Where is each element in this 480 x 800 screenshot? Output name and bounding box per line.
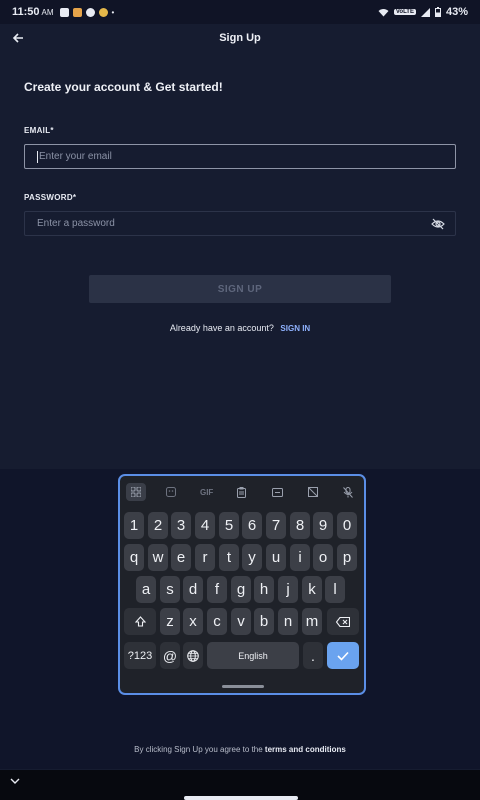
key-e[interactable]: e	[171, 544, 191, 571]
key-w[interactable]: w	[148, 544, 168, 571]
key-h[interactable]: h	[254, 576, 274, 603]
key-m[interactable]: m	[302, 608, 322, 635]
key-9[interactable]: 9	[313, 512, 333, 539]
gif-button[interactable]: GIF	[197, 483, 217, 501]
key-b[interactable]: b	[254, 608, 274, 635]
password-label: PASSWORD*	[24, 193, 77, 202]
more-notifications-icon: •	[111, 7, 115, 17]
backspace-icon	[336, 616, 350, 627]
gallery-notification-icon	[59, 7, 69, 17]
at-key[interactable]: @	[160, 642, 180, 669]
key-1[interactable]: 1	[124, 512, 144, 539]
home-gesture-pill[interactable]	[184, 796, 298, 800]
key-r[interactable]: r	[195, 544, 215, 571]
password-placeholder: Enter a password	[37, 218, 115, 229]
status-time: 11:50	[12, 6, 40, 18]
hide-keyboard-button[interactable]	[10, 776, 20, 788]
mic-off-icon[interactable]	[338, 483, 358, 501]
sign-up-button[interactable]: SIGN UP	[89, 275, 391, 303]
email-placeholder: Enter your email	[39, 151, 112, 162]
key-g[interactable]: g	[231, 576, 251, 603]
sticker-icon[interactable]	[161, 483, 181, 501]
language-key[interactable]	[183, 642, 203, 669]
terms-prefix: By clicking Sign Up you agree to the	[134, 745, 263, 754]
status-bar: 11:50 AM • VoLTE 43%	[0, 0, 480, 24]
media-notification-icon	[98, 7, 108, 17]
eye-off-icon	[431, 218, 445, 230]
globe-icon	[187, 649, 199, 662]
volte-badge: VoLTE	[393, 9, 416, 15]
keyboard-toolbar: GIF	[124, 480, 360, 504]
key-c[interactable]: c	[207, 608, 227, 635]
key-f[interactable]: f	[207, 576, 227, 603]
no-image-icon[interactable]	[303, 483, 323, 501]
navigation-bar	[0, 770, 480, 800]
password-field[interactable]: Enter a password	[24, 211, 456, 236]
text-edit-icon[interactable]	[267, 483, 287, 501]
key-a[interactable]: a	[136, 576, 156, 603]
space-key[interactable]: English	[207, 642, 299, 669]
key-l[interactable]: l	[325, 576, 345, 603]
battery-percent: 43%	[445, 6, 468, 18]
signin-prompt-row: Already have an account? SIGN IN	[0, 323, 480, 333]
keyboard-drag-handle[interactable]	[222, 685, 264, 688]
sign-in-link[interactable]: SIGN IN	[280, 324, 310, 333]
key-6[interactable]: 6	[242, 512, 262, 539]
signin-prompt: Already have an account?	[169, 323, 274, 333]
key-8[interactable]: 8	[290, 512, 310, 539]
key-d[interactable]: d	[183, 576, 203, 603]
backspace-key[interactable]	[327, 608, 359, 635]
terms-notice: By clicking Sign Up you agree to the ter…	[0, 745, 480, 754]
key-7[interactable]: 7	[266, 512, 286, 539]
battery-icon	[434, 7, 441, 17]
key-5[interactable]: 5	[219, 512, 239, 539]
status-right: VoLTE 43%	[378, 6, 468, 18]
key-z[interactable]: z	[160, 608, 180, 635]
key-4[interactable]: 4	[195, 512, 215, 539]
symbols-key[interactable]: ?123	[124, 642, 156, 669]
email-field[interactable]: Enter your email	[24, 144, 456, 169]
key-u[interactable]: u	[266, 544, 286, 571]
key-2[interactable]: 2	[148, 512, 168, 539]
key-n[interactable]: n	[278, 608, 298, 635]
key-i[interactable]: i	[290, 544, 310, 571]
key-q[interactable]: q	[124, 544, 144, 571]
key-y[interactable]: y	[242, 544, 262, 571]
key-v[interactable]: v	[231, 608, 251, 635]
form-headline: Create your account & Get started!	[24, 80, 223, 94]
app-header: Sign Up	[0, 24, 480, 56]
shift-icon	[134, 616, 146, 627]
key-o[interactable]: o	[313, 544, 333, 571]
clipboard-icon[interactable]	[232, 483, 252, 501]
floating-keyboard: GIF 1 2 3 4 5 6 7 8 9 0 q w e r t y u i …	[118, 474, 366, 695]
apps-grid-icon[interactable]	[126, 483, 146, 501]
key-k[interactable]: k	[302, 576, 322, 603]
key-0[interactable]: 0	[337, 512, 357, 539]
shift-key[interactable]	[124, 608, 156, 635]
period-key[interactable]: .	[303, 642, 323, 669]
app-notification-icon	[72, 7, 82, 17]
key-x[interactable]: x	[183, 608, 203, 635]
key-j[interactable]: j	[278, 576, 298, 603]
chevron-down-icon	[10, 778, 20, 784]
key-3[interactable]: 3	[171, 512, 191, 539]
check-icon	[337, 651, 349, 661]
chat-notification-icon	[85, 7, 95, 17]
page-title: Sign Up	[219, 32, 261, 44]
wifi-icon	[378, 8, 389, 16]
text-caret	[37, 150, 38, 163]
email-label: EMAIL*	[24, 126, 54, 135]
toggle-password-visibility-button[interactable]	[431, 217, 445, 231]
key-s[interactable]: s	[160, 576, 180, 603]
key-p[interactable]: p	[337, 544, 357, 571]
terms-link[interactable]: terms and conditions	[265, 745, 346, 754]
key-t[interactable]: t	[219, 544, 239, 571]
status-ampm: AM	[41, 7, 54, 17]
signal-icon	[420, 7, 430, 17]
enter-key[interactable]	[327, 642, 359, 669]
